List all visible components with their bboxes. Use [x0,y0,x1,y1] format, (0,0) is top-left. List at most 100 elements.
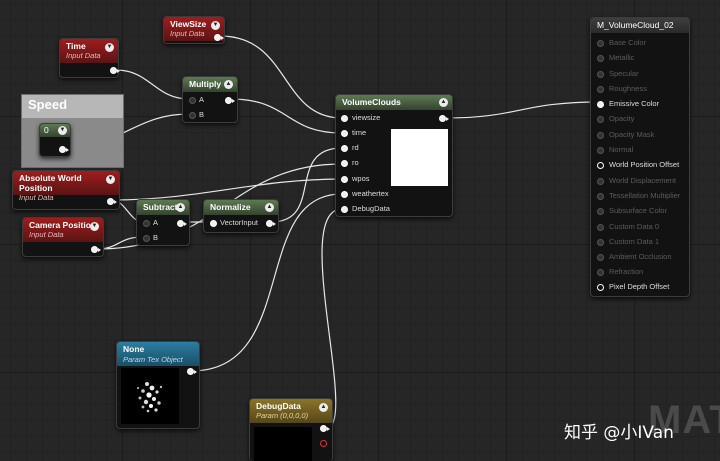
input-pin-metallic[interactable] [597,55,604,62]
material-result-node[interactable]: M_VolumeCloud_02 Base Color Metallic Spe… [590,17,690,297]
input-pin-emissive-color[interactable] [597,101,604,108]
output-pin[interactable] [214,34,224,41]
input-pin-world-displacement[interactable] [597,178,604,185]
input-pin-roughness[interactable] [597,86,604,93]
speed-constant-node[interactable]: 0 ▼ [39,123,71,157]
input-pin-rd[interactable] [341,145,348,152]
subtract-node[interactable]: Subtract ▲ A B [136,199,190,246]
chevron-up-icon[interactable]: ▲ [176,203,185,212]
input-pin-a[interactable] [143,220,150,227]
pin-label-b: B [153,233,159,242]
output-pin[interactable] [225,97,235,104]
node-title: Absolute World Position [19,173,82,193]
input-pin-subsurface-color[interactable] [597,208,604,215]
input-pin-opacity-mask[interactable] [597,132,604,139]
input-pin-b[interactable] [189,112,196,119]
input-pin-b[interactable] [143,235,150,242]
chevron-up-icon[interactable]: ▲ [319,403,328,412]
input-pin-ro[interactable] [341,160,348,167]
time-header: Time Input Data ▼ [60,39,118,63]
input-pin-base-color[interactable] [597,40,604,47]
output-pin[interactable] [110,67,120,74]
output-pin[interactable] [59,146,69,153]
pin-label: Opacity [609,114,635,123]
input-pin-ambient-occlusion[interactable] [597,254,604,261]
node-title: None [123,344,145,354]
pin-label: Opacity Mask [609,130,655,139]
input-pin-refraction[interactable] [597,269,604,276]
input-pin-custom-data-1[interactable] [597,239,604,246]
texture-header: None Param Tex Object [117,342,199,366]
input-pin-world-position-offset[interactable] [597,162,604,169]
input-pin-tessellation-multiplier[interactable] [597,193,604,200]
texture-object-node[interactable]: None Param Tex Object [116,341,200,429]
pin-label-vectorinput: VectorInput [220,218,258,227]
output-pin[interactable] [107,198,117,205]
pin-label: Custom Data 1 [609,237,660,246]
input-pin-vectorinput[interactable] [210,220,217,227]
output-pin[interactable] [91,246,101,253]
pin-label: Base Color [609,38,647,47]
absolute-world-position-node[interactable]: Absolute World Position Input Data ▼ [12,170,120,210]
chevron-down-icon[interactable]: ▼ [90,222,99,231]
chevron-up-icon[interactable]: ▲ [265,203,274,212]
node-subtitle: Input Data [19,193,54,202]
wire-absworld-to-wpos [111,178,343,201]
normalize-header: Normalize ▲ [204,200,278,215]
input-pin-time[interactable] [341,130,348,137]
viewsize-node[interactable]: ViewSize Input Data ▼ [163,16,225,44]
param-preview [254,427,312,461]
input-pin-specular[interactable] [597,71,604,78]
node-subtitle: Param Tex Object [123,355,183,364]
chevron-up-icon[interactable]: ▲ [224,80,233,89]
camera-position-header: Camera Position Input Data ▼ [23,218,103,242]
chevron-down-icon[interactable]: ▼ [106,175,115,184]
output-pin[interactable] [266,220,276,227]
cloud-noise-texture [136,382,163,413]
output-pin[interactable] [320,425,330,432]
input-pin-normal[interactable] [597,147,604,154]
multiply-node[interactable]: Multiply ▲ A B [182,76,238,123]
wire-time-to-multiply-a [115,69,190,100]
pin-label: World Position Offset [609,160,680,169]
input-pin-pixel-depth-offset[interactable] [597,284,604,291]
chevron-down-icon[interactable]: ▼ [105,43,114,52]
input-pin-a[interactable] [189,97,196,104]
output-pin[interactable] [439,115,449,122]
chevron-up-icon[interactable]: ▲ [439,98,448,107]
multiply-header: Multiply ▲ [183,77,237,92]
pin-label: Emissive Color [609,99,660,108]
input-pin-opacity[interactable] [597,116,604,123]
normalize-node[interactable]: Normalize ▲ VectorInput [203,199,279,233]
pin-label-b: B [199,110,205,119]
chevron-down-icon[interactable]: ▼ [211,21,220,30]
input-pin-weathertex[interactable] [341,191,348,198]
volumeclouds-node[interactable]: VolumeClouds ▲ viewsize time rd ro wpos … [335,94,453,217]
input-pin-debugdata[interactable] [341,206,348,213]
pin-label: time [352,128,367,137]
watermark: 知乎 @小IVan [564,423,674,443]
pin-label: DebugData [352,204,390,213]
input-pin-custom-data-0[interactable] [597,224,604,231]
wire-multiply-to-time [229,98,343,134]
camera-position-node[interactable]: Camera Position Input Data ▼ [22,217,104,257]
input-pin-viewsize[interactable] [341,115,348,122]
pin-label: Pixel Depth Offset [609,282,670,291]
material-graph-canvas[interactable]: ViewSize Input Data ▼ Time Input Data ▼ … [0,0,720,461]
speed-comment-box[interactable]: Speed [21,94,124,168]
input-pin-wpos[interactable] [341,176,348,183]
pin-label: wpos [352,174,370,183]
output-pin[interactable] [187,368,197,375]
material-header: M_VolumeCloud_02 [591,18,689,33]
wire-normalize-to-rd [270,147,343,223]
node-title: Normalize [210,202,251,212]
pin-label: viewsize [352,113,381,122]
time-node[interactable]: Time Input Data ▼ [59,38,120,78]
red-channel-pin[interactable] [320,440,327,447]
pin-label: Metallic [609,53,635,62]
node-title: DebugData [256,401,301,411]
pin-label: Roughness [609,84,647,93]
debugdata-param-node[interactable]: DebugData Param (0,0,0,0) ▲ [249,398,333,461]
output-pin[interactable] [177,220,187,227]
chevron-down-icon[interactable]: ▼ [58,126,67,135]
